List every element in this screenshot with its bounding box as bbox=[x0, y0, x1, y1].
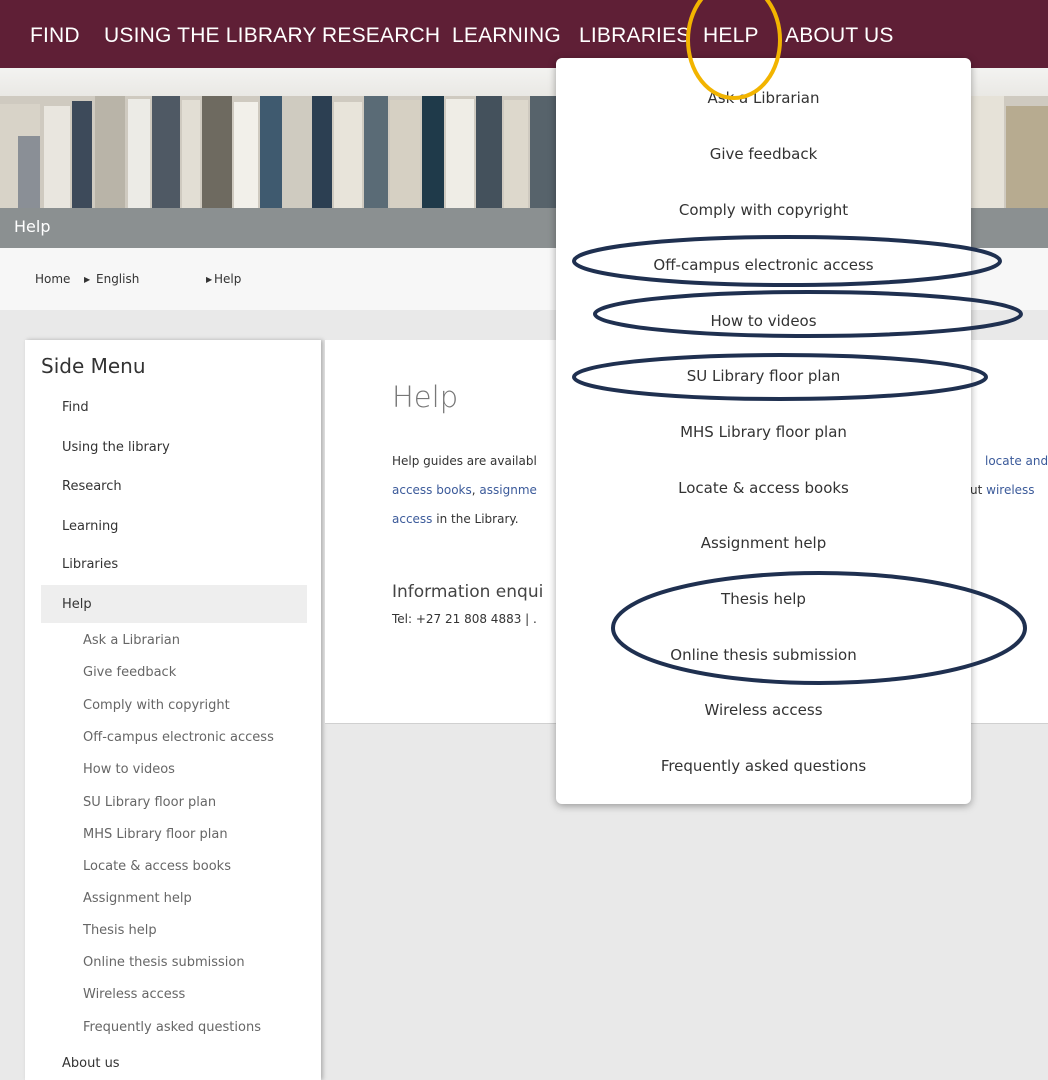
dropdown-item-ask-a-librarian[interactable]: Ask a Librarian bbox=[556, 89, 971, 107]
side-menu-subitem-off-campus-access[interactable]: Off-campus electronic access bbox=[83, 730, 274, 745]
side-menu-subitem-ask-a-librarian[interactable]: Ask a Librarian bbox=[83, 633, 180, 648]
breadcrumb-help[interactable]: Help bbox=[214, 272, 241, 286]
dropdown-item-how-to-videos[interactable]: How to videos bbox=[556, 312, 971, 330]
breadcrumb-separator-icon: ▶ bbox=[206, 275, 213, 284]
dropdown-item-off-campus-access[interactable]: Off-campus electronic access bbox=[556, 256, 971, 274]
dropdown-item-faq[interactable]: Frequently asked questions bbox=[556, 757, 971, 775]
nav-help[interactable]: HELP bbox=[703, 24, 759, 48]
side-menu: Side Menu Find Using the library Researc… bbox=[25, 340, 321, 1080]
assignment-link[interactable]: assignme bbox=[479, 483, 537, 497]
dropdown-item-mhs-floor-plan[interactable]: MHS Library floor plan bbox=[556, 423, 971, 441]
nav-using-the-library[interactable]: USING THE LIBRARY bbox=[104, 24, 317, 48]
telephone-info: Tel: +27 21 808 4883 | . bbox=[392, 612, 537, 626]
content-line-3: access in the Library. bbox=[392, 512, 519, 526]
dropdown-item-wireless-access[interactable]: Wireless access bbox=[556, 701, 971, 719]
content-text: ut bbox=[970, 483, 987, 497]
side-menu-subitem-assignment-help[interactable]: Assignment help bbox=[83, 891, 192, 906]
side-menu-subitem-mhs-floor-plan[interactable]: MHS Library floor plan bbox=[83, 827, 228, 842]
wireless-link[interactable]: wireless bbox=[986, 483, 1034, 497]
side-menu-subitem-online-thesis-submission[interactable]: Online thesis submission bbox=[83, 955, 245, 970]
dropdown-item-locate-access-books[interactable]: Locate & access books bbox=[556, 479, 971, 497]
side-menu-subitem-wireless-access[interactable]: Wireless access bbox=[83, 987, 185, 1002]
access-link[interactable]: access bbox=[392, 512, 432, 526]
breadcrumb-home[interactable]: Home bbox=[35, 272, 70, 286]
dropdown-item-su-floor-plan[interactable]: SU Library floor plan bbox=[556, 367, 971, 385]
content-text: in the Library. bbox=[432, 512, 519, 526]
side-menu-subitem-how-to-videos[interactable]: How to videos bbox=[83, 762, 175, 777]
nav-about-us[interactable]: ABOUT US bbox=[785, 24, 894, 48]
side-menu-subitem-comply-with-copyright[interactable]: Comply with copyright bbox=[83, 698, 230, 713]
content-line-1: Help guides are availabl bbox=[392, 454, 537, 468]
dropdown-item-assignment-help[interactable]: Assignment help bbox=[556, 534, 971, 552]
content-text: Help guides are availabl bbox=[392, 454, 537, 468]
nav-libraries[interactable]: LIBRARIES bbox=[579, 24, 691, 48]
side-menu-item-help[interactable]: Help bbox=[62, 597, 92, 612]
side-menu-item-libraries[interactable]: Libraries bbox=[62, 557, 118, 572]
breadcrumb-english[interactable]: English bbox=[96, 272, 139, 286]
help-dropdown-menu: Ask a Librarian Give feedback Comply wit… bbox=[556, 58, 971, 804]
side-menu-item-research[interactable]: Research bbox=[62, 479, 122, 494]
side-menu-item-find[interactable]: Find bbox=[62, 400, 89, 415]
locate-and-link[interactable]: locate and bbox=[985, 454, 1048, 468]
dropdown-item-give-feedback[interactable]: Give feedback bbox=[556, 145, 971, 163]
side-menu-item-about-us[interactable]: About us bbox=[62, 1056, 120, 1071]
content-line-2-end: ut wireless bbox=[970, 483, 1035, 497]
side-menu-subitem-locate-access-books[interactable]: Locate & access books bbox=[83, 859, 231, 874]
content-line-2: access books, assignme bbox=[392, 483, 537, 497]
nav-learning[interactable]: LEARNING bbox=[452, 24, 561, 48]
side-menu-item-using-the-library[interactable]: Using the library bbox=[62, 440, 170, 455]
side-menu-subitem-give-feedback[interactable]: Give feedback bbox=[83, 665, 176, 680]
nav-find[interactable]: FIND bbox=[30, 24, 80, 48]
side-menu-subitem-thesis-help[interactable]: Thesis help bbox=[83, 923, 157, 938]
dropdown-item-online-thesis-submission[interactable]: Online thesis submission bbox=[556, 646, 971, 664]
breadcrumb-separator-icon: ▶ bbox=[84, 275, 91, 284]
side-menu-title: Side Menu bbox=[41, 354, 146, 378]
side-menu-subitem-su-floor-plan[interactable]: SU Library floor plan bbox=[83, 795, 216, 810]
page-title: Help bbox=[392, 380, 459, 414]
side-menu-item-learning[interactable]: Learning bbox=[62, 519, 118, 534]
dropdown-item-thesis-help[interactable]: Thesis help bbox=[556, 590, 971, 608]
nav-research[interactable]: RESEARCH bbox=[322, 24, 440, 48]
dropdown-item-comply-with-copyright[interactable]: Comply with copyright bbox=[556, 201, 971, 219]
info-enquiries-heading: Information enqui bbox=[392, 582, 544, 602]
access-books-link[interactable]: access books bbox=[392, 483, 472, 497]
section-title: Help bbox=[14, 217, 51, 236]
side-menu-subitem-faq[interactable]: Frequently asked questions bbox=[83, 1020, 261, 1035]
